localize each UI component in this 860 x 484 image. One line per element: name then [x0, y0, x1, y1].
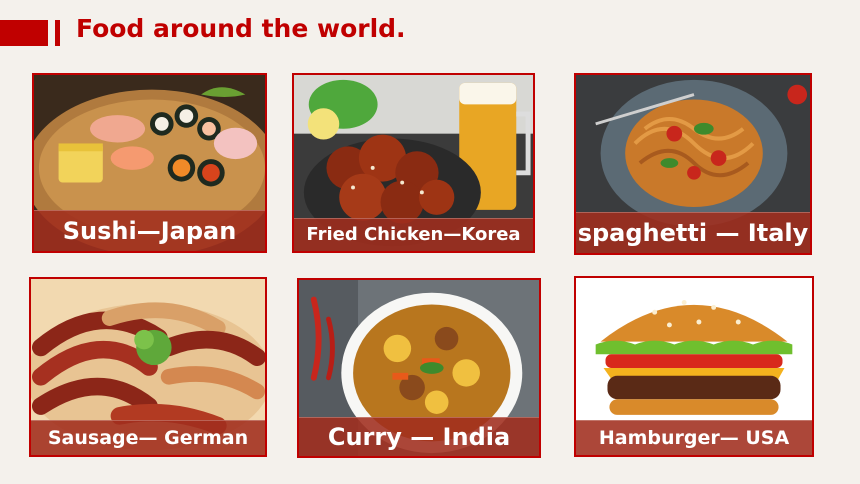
title-accent-bar	[0, 20, 48, 46]
title-accent-tick	[55, 20, 60, 46]
food-card-curry[interactable]: Curry — India	[297, 278, 541, 458]
card-label: Hamburger— USA	[576, 420, 812, 455]
card-label: Fried Chicken—Korea	[294, 218, 533, 251]
card-label: Sushi—Japan	[34, 210, 265, 251]
food-card-spaghetti[interactable]: spaghetti — Italy	[574, 73, 812, 255]
card-label: spaghetti — Italy	[576, 212, 810, 253]
slide-title: Food around the world.	[76, 14, 406, 43]
food-card-fried-chicken[interactable]: Fried Chicken—Korea	[292, 73, 535, 253]
food-card-sushi[interactable]: Sushi—Japan	[32, 73, 267, 253]
food-card-hamburger[interactable]: Hamburger— USA	[574, 276, 814, 457]
food-card-sausage[interactable]: Sausage— German	[29, 277, 267, 457]
card-label: Curry — India	[299, 417, 539, 456]
card-label: Sausage— German	[31, 420, 265, 455]
